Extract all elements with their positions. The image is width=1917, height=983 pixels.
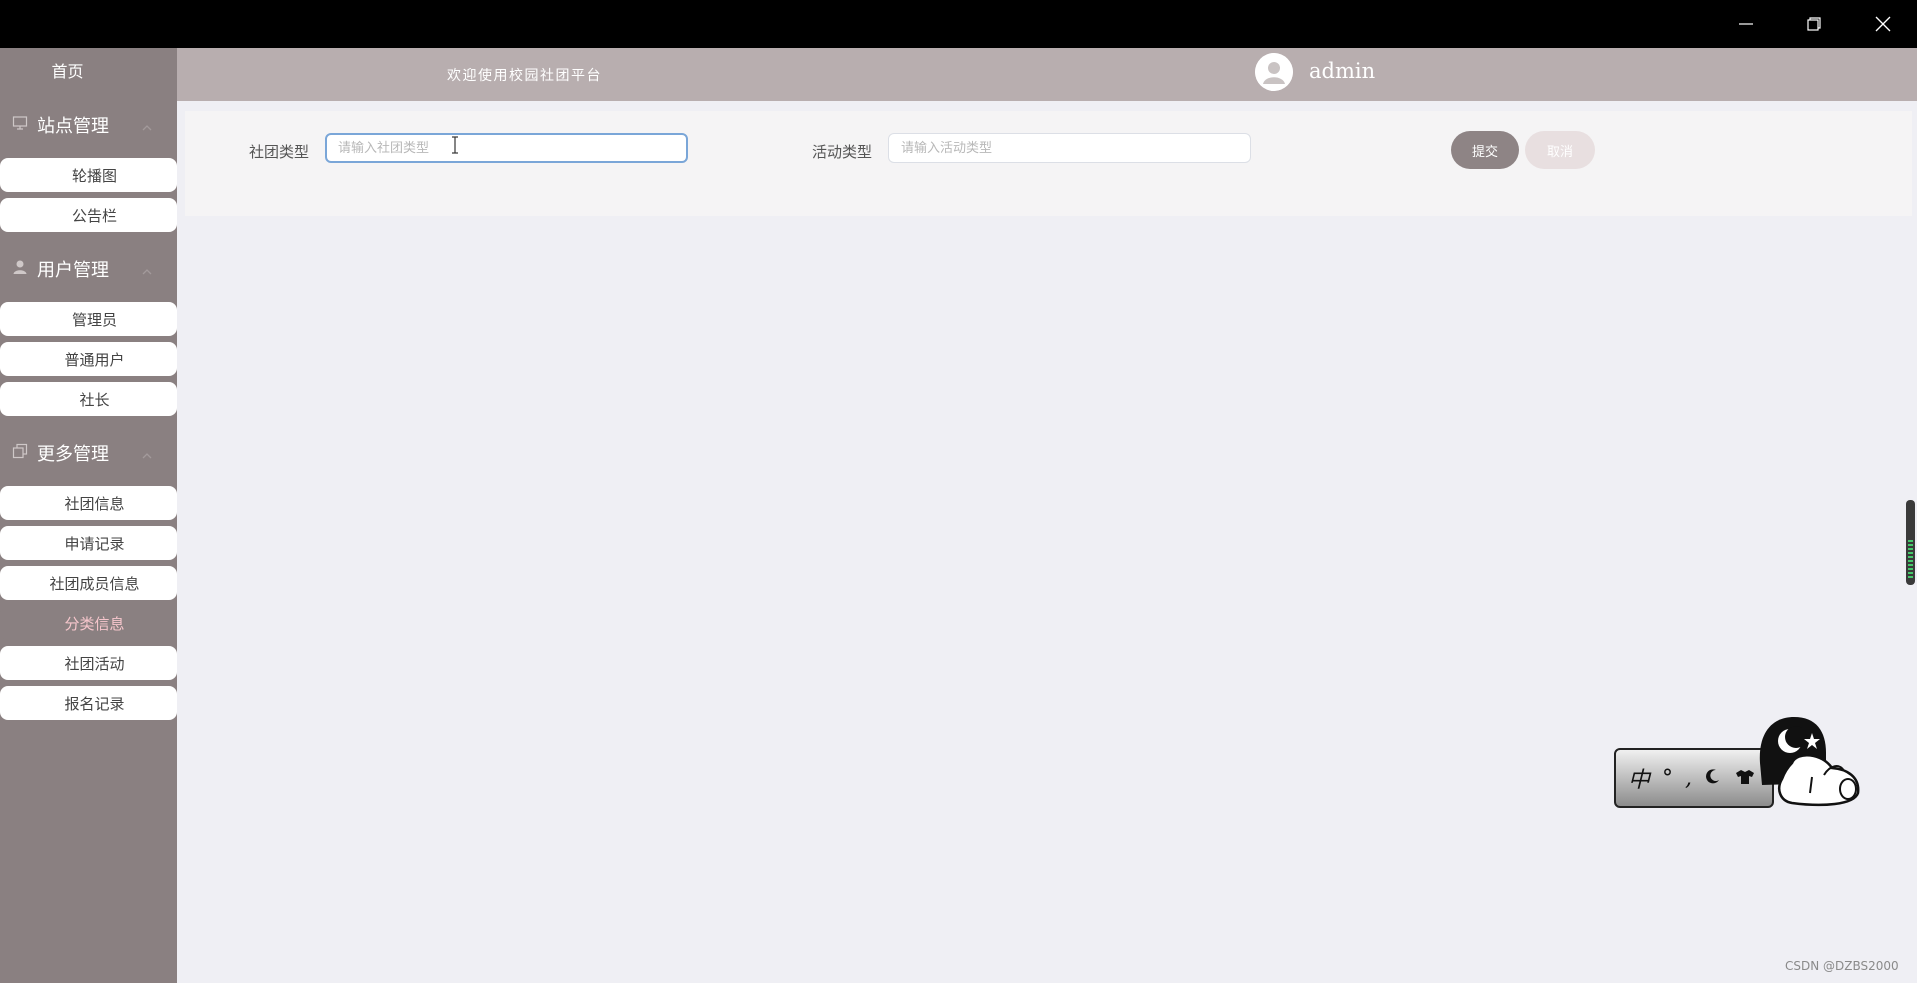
sidebar-home[interactable]: 首页 xyxy=(0,48,177,92)
minimize-icon[interactable] xyxy=(1712,0,1780,48)
sidebar-item-notice[interactable]: 公告栏 xyxy=(0,198,177,232)
submit-button[interactable]: 提交 xyxy=(1451,131,1519,169)
sidebar-item-regular-user[interactable]: 普通用户 xyxy=(0,342,177,376)
sidebar-item-club-leader[interactable]: 社长 xyxy=(0,382,177,416)
sidebar-group-more[interactable]: 更多管理 xyxy=(0,429,177,473)
monitor-icon xyxy=(12,115,28,131)
sidebar-item-members[interactable]: 社团成员信息 xyxy=(0,566,177,600)
sidebar-group-label: 更多管理 xyxy=(37,444,109,465)
mascot-icon xyxy=(1759,717,1860,807)
sidebar: 首页 站点管理 轮播图 公告栏 用户管理 管理员 普通用户 社长 更多管理 社团… xyxy=(0,48,177,983)
chevron-up-icon xyxy=(141,261,153,275)
text-cursor-icon xyxy=(452,136,458,154)
sidebar-item-carousel[interactable]: 轮播图 xyxy=(0,158,177,192)
sidebar-item-club-info[interactable]: 社团信息 xyxy=(0,486,177,520)
sidebar-item-applications[interactable]: 申请记录 xyxy=(0,526,177,560)
sidebar-item-categories[interactable]: 分类信息 xyxy=(0,606,177,640)
activity-type-input[interactable] xyxy=(888,133,1251,163)
sidebar-group-users[interactable]: 用户管理 xyxy=(0,245,177,289)
cancel-button[interactable]: 取消 xyxy=(1525,131,1595,169)
scrollbar-thumb[interactable] xyxy=(1906,500,1915,585)
ime-mode-label[interactable]: 中 xyxy=(1628,762,1650,794)
user-icon xyxy=(12,259,28,275)
activity-type-label: 活动类型 xyxy=(812,143,873,161)
scrollbar-grip xyxy=(1908,540,1913,580)
watermark: CSDN @DZBS2000 xyxy=(1785,959,1899,973)
sidebar-group-label: 站点管理 xyxy=(37,116,109,137)
copy-icon xyxy=(12,443,28,459)
ime-toolbar[interactable]: 中 ° , xyxy=(1612,713,1867,813)
moon-icon[interactable] xyxy=(1704,766,1722,791)
chevron-up-icon xyxy=(141,117,153,131)
sidebar-group-label: 用户管理 xyxy=(37,260,109,281)
sidebar-item-signups[interactable]: 报名记录 xyxy=(0,686,177,720)
top-header: 欢迎使用校园社团平台 admin xyxy=(177,48,1917,101)
close-icon[interactable] xyxy=(1849,0,1917,48)
welcome-text: 欢迎使用校园社团平台 xyxy=(447,68,602,84)
username[interactable]: admin xyxy=(1309,59,1375,83)
category-form: 社团类型 活动类型 提交 取消 xyxy=(185,111,1912,216)
chevron-up-icon xyxy=(141,445,153,459)
user-avatar-icon xyxy=(1255,53,1293,91)
sidebar-group-site[interactable]: 站点管理 xyxy=(0,101,177,145)
window-titlebar xyxy=(0,0,1917,48)
club-type-label: 社团类型 xyxy=(249,143,310,161)
avatar[interactable] xyxy=(1255,53,1293,91)
ime-comma-label[interactable]: , xyxy=(1685,766,1692,791)
ime-bar[interactable]: 中 ° , xyxy=(1614,748,1774,808)
sidebar-item-activities[interactable]: 社团活动 xyxy=(0,646,177,680)
club-type-input[interactable] xyxy=(325,133,688,163)
ime-punct-label[interactable]: ° xyxy=(1662,766,1673,791)
restore-icon[interactable] xyxy=(1780,0,1848,48)
sidebar-item-admin[interactable]: 管理员 xyxy=(0,302,177,336)
